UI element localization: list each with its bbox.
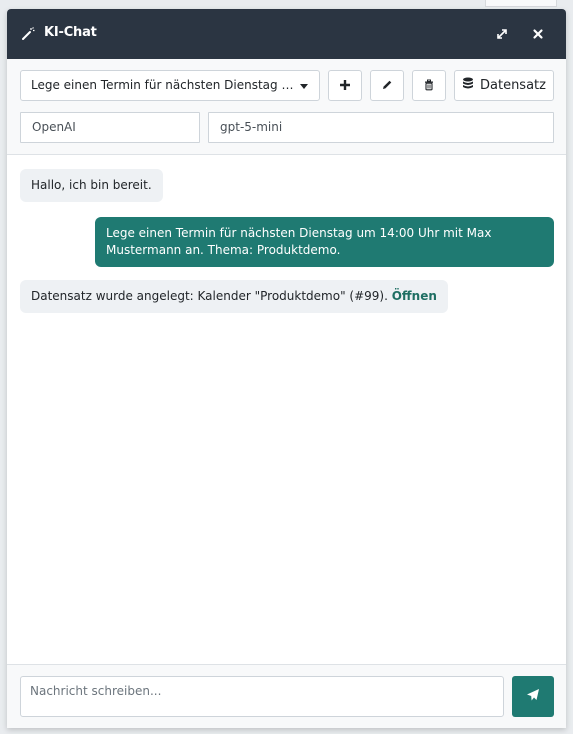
assistant-message: Datensatz wurde angelegt: Kalender "Prod… — [20, 280, 448, 313]
message-input[interactable] — [20, 676, 504, 717]
user-message: Lege einen Termin für nächsten Dienstag … — [95, 217, 554, 267]
database-icon — [462, 77, 474, 95]
model-field[interactable]: gpt-5-mini — [208, 112, 554, 143]
chat-messages: Hallo, ich bin bereit. Lege einen Termin… — [7, 156, 566, 664]
provider-field[interactable]: OpenAI — [20, 112, 200, 143]
expand-icon[interactable] — [493, 25, 511, 43]
trash-icon — [423, 76, 435, 95]
pencil-icon — [381, 76, 393, 95]
paper-plane-icon — [526, 688, 540, 705]
ki-chat-window: KI-Chat Lege einen Termin für nächsten D… — [7, 9, 566, 728]
edit-conversation-button[interactable] — [370, 70, 404, 101]
assistant-message: Hallo, ich bin bereit. — [20, 169, 163, 202]
send-button[interactable] — [512, 676, 554, 717]
background-tab — [485, 0, 557, 7]
chat-toolbar: Lege einen Termin für nächsten Dienstag … — [7, 59, 566, 155]
magic-wand-icon — [21, 26, 35, 40]
open-record-link[interactable]: Öffnen — [392, 289, 437, 303]
dataset-button-label: Datensatz — [480, 78, 546, 93]
conversation-select-value: Lege einen Termin für nächsten Dienstag … — [31, 78, 295, 92]
chevron-down-icon — [300, 84, 308, 89]
window-title: KI-Chat — [44, 25, 97, 40]
conversation-select[interactable]: Lege einen Termin für nächsten Dienstag … — [20, 70, 320, 101]
dataset-button[interactable]: Datensatz — [454, 70, 554, 101]
close-icon[interactable] — [529, 25, 547, 43]
titlebar: KI-Chat — [7, 9, 566, 59]
plus-icon — [339, 76, 351, 95]
new-conversation-button[interactable] — [328, 70, 362, 101]
assistant-message-text: Datensatz wurde angelegt: Kalender "Prod… — [31, 289, 388, 303]
delete-conversation-button[interactable] — [412, 70, 446, 101]
message-composer — [7, 664, 566, 728]
